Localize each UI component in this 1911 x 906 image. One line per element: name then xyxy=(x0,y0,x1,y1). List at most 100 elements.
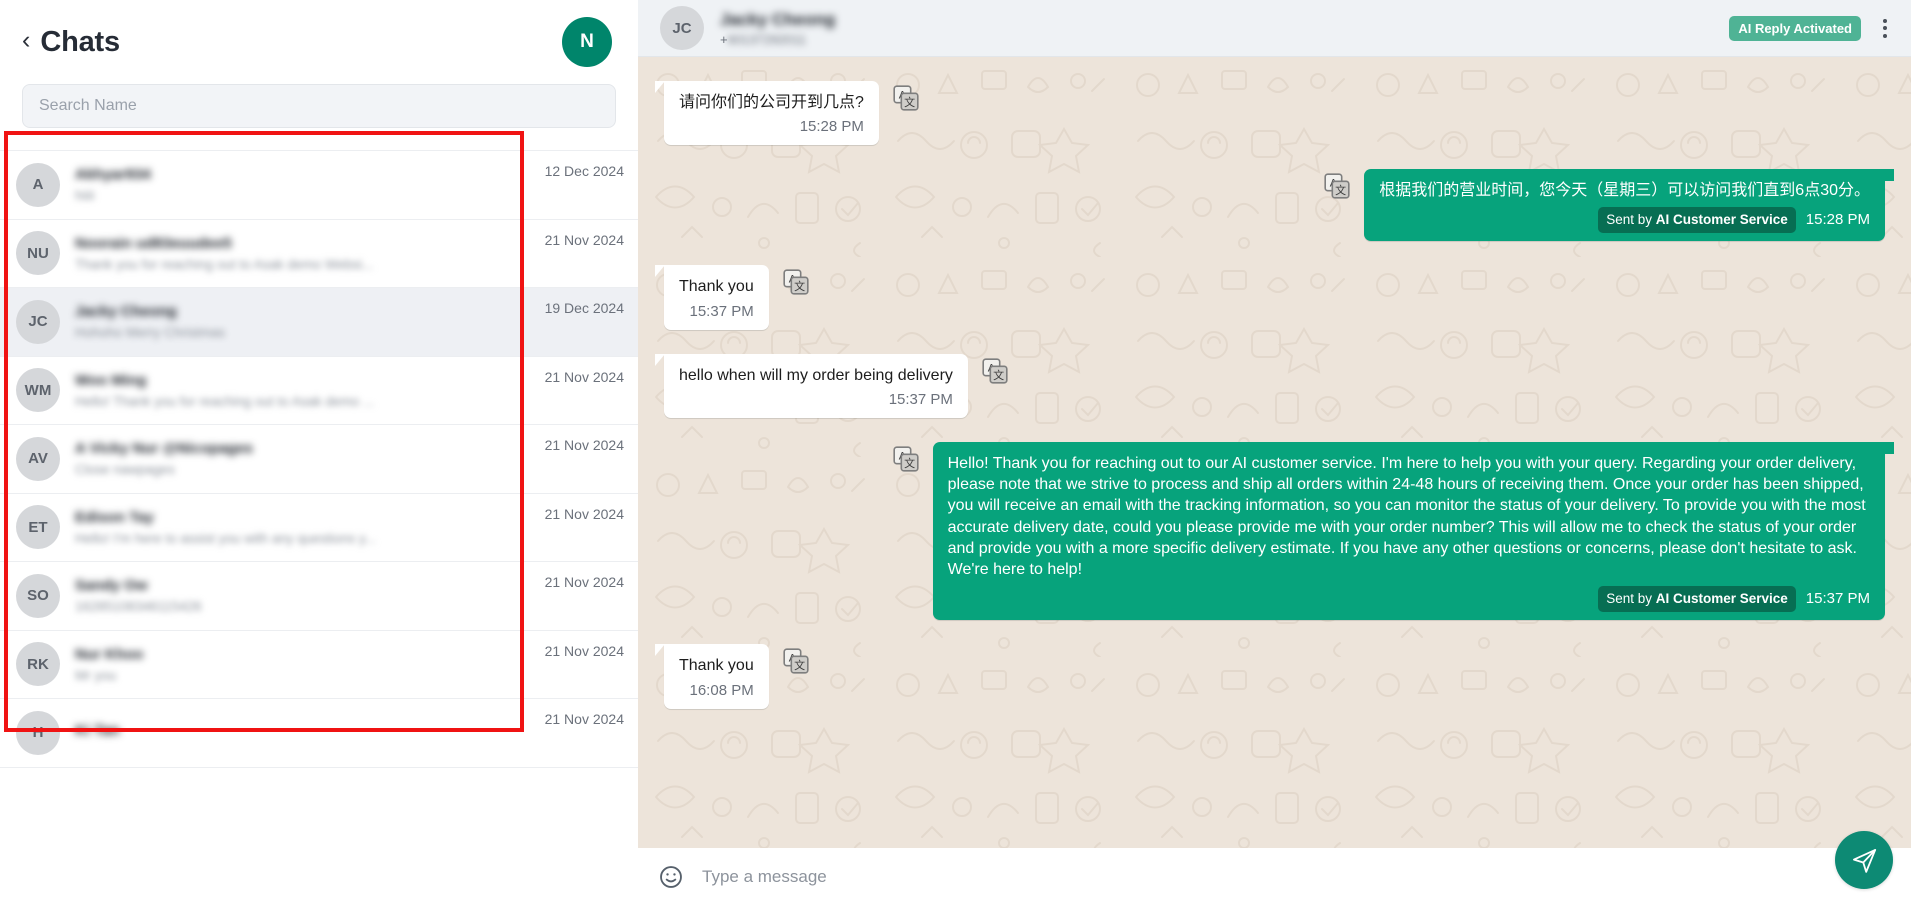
chat-item-body: Nur Khoo Mr you xyxy=(75,646,545,683)
message-meta: Sent by AI Customer Service 15:28 PM xyxy=(1379,207,1870,234)
message-timestamp: 15:28 PM xyxy=(1805,211,1870,229)
translate-icon[interactable]: A文 xyxy=(783,648,809,674)
translate-icon: A文 xyxy=(893,85,919,111)
chat-list-item[interactable]: JC Jacky Cheong Hohoho Merry Christmas 19 D… xyxy=(0,288,638,357)
message-row: 请问你们的公司开到几点? 15:28 PM A文 xyxy=(655,81,1885,146)
chevron-left-icon[interactable]: ‹ xyxy=(22,28,30,53)
avatar: NU xyxy=(16,231,60,276)
chat-item-body: Edison Tay Hello! I'm here to assist you … xyxy=(75,509,545,546)
chat-item-body: Woo Ming Hello! Thank you for reaching ou… xyxy=(75,372,545,409)
translate-icon: A文 xyxy=(1324,173,1350,199)
message-meta: 15:28 PM xyxy=(679,117,864,137)
translate-icon: A文 xyxy=(783,648,809,674)
chat-item-preview: Close nawpages xyxy=(75,462,175,478)
avatar[interactable]: N xyxy=(562,17,612,67)
svg-text:文: 文 xyxy=(1335,183,1346,197)
svg-text:文: 文 xyxy=(794,659,805,673)
chat-list-sidebar: ‹ Chats N A Akhyar934 hiiii 12 Dec 2024 NU No… xyxy=(0,0,638,906)
search-container xyxy=(0,84,638,150)
chat-item-name: Akhyar934 xyxy=(75,166,151,184)
message-row: Thank you 16:08 PM A文 xyxy=(655,644,1885,709)
contact-info: Jacky Cheong +60137292011 xyxy=(720,10,1729,47)
sidebar-title-group: ‹ Chats xyxy=(22,26,120,59)
page-title: Chats xyxy=(40,25,120,58)
translate-icon: A文 xyxy=(893,446,919,472)
svg-text:文: 文 xyxy=(904,95,915,109)
chat-list-item[interactable]: SO Sandy Ow 16285108346115426 21 Nov 2024 xyxy=(0,562,638,631)
chat-list-item[interactable]: RK Nur Khoo Mr you 21 Nov 2024 xyxy=(0,630,638,699)
send-paper-plane-icon xyxy=(1852,848,1876,873)
message-row: 根据我们的营业时间，您今天（星期三）可以访问我们直到6点30分。 Sent by … xyxy=(664,169,1885,242)
chat-item-name: Edison Tay xyxy=(75,508,154,526)
message-row: hello when will my order being delivery 1… xyxy=(655,353,1885,418)
outgoing-message-bubble[interactable]: Hello! Thank you for reaching out to our… xyxy=(932,441,1885,621)
message-timestamp: 15:37 PM xyxy=(1805,590,1870,608)
chat-item-date: 21 Nov 2024 xyxy=(544,437,624,453)
chat-item-name: Nur Khoo xyxy=(75,645,144,663)
chat-item-name: Ki Tan xyxy=(75,721,120,739)
avatar: WM xyxy=(16,368,60,413)
chat-item-body: Ki Tan xyxy=(75,722,545,744)
send-button[interactable] xyxy=(1835,831,1893,889)
translate-icon[interactable]: A文 xyxy=(783,269,809,296)
avatar: AV xyxy=(16,436,60,481)
chat-list-item[interactable]: ET Edison Tay Hello! I'm here to assist yo… xyxy=(0,493,638,562)
kebab-menu-icon[interactable] xyxy=(1879,15,1891,42)
chat-item-preview: Thank you for reaching out to Asak demo … xyxy=(75,256,374,272)
message-text: Hello! Thank you for reaching out to our… xyxy=(947,454,1871,579)
emoji-smiley-icon[interactable] xyxy=(658,864,684,890)
chat-item-preview: hiiii xyxy=(75,188,95,204)
translate-icon[interactable]: A文 xyxy=(893,446,919,472)
translate-icon[interactable]: A文 xyxy=(1324,173,1350,199)
incoming-message-bubble[interactable]: Thank you 16:08 PM xyxy=(655,644,769,709)
chat-item-date: 19 Dec 2024 xyxy=(544,300,624,316)
chat-list[interactable]: A Akhyar934 hiiii 12 Dec 2024 NU Noorain ud83… xyxy=(0,150,638,906)
message-list[interactable]: 请问你们的公司开到几点?15:28 PMA文根据我们的营业时间，您今天（星期三）… xyxy=(638,57,1911,848)
chat-list-item[interactable]: H Ki Tan 21 Nov 2024 xyxy=(0,699,638,768)
status-badge[interactable]: AI Reply Activated xyxy=(1729,15,1861,41)
message-text: hello when will my order being delivery xyxy=(679,366,953,384)
chat-item-body: Akhyar934 hiiii xyxy=(75,166,545,203)
message-meta: 15:37 PM xyxy=(679,390,953,410)
chat-list-item[interactable]: A Akhyar934 hiiii 12 Dec 2024 xyxy=(0,151,638,220)
chat-item-date: 21 Nov 2024 xyxy=(544,574,624,590)
chat-item-date: 21 Nov 2024 xyxy=(544,231,624,248)
chat-list-item[interactable]: AV A Vicky Nur @Nicopages Close nawpages 21… xyxy=(0,425,638,494)
chat-list-item[interactable]: NU Noorain ud83euudee5 Thank you for reach… xyxy=(0,219,638,288)
chat-item-preview: Hohoho Merry Christmas xyxy=(75,325,226,341)
svg-text:文: 文 xyxy=(993,368,1004,382)
chat-item-date: 21 Nov 2024 xyxy=(544,368,624,385)
sent-by-prefix: Sent by xyxy=(1606,212,1656,228)
sent-by-name: AI Customer Service xyxy=(1655,591,1788,607)
message-timestamp: 15:37 PM xyxy=(888,390,953,408)
message-timestamp: 16:08 PM xyxy=(689,681,754,699)
outgoing-message-bubble[interactable]: 根据我们的营业时间，您今天（星期三）可以访问我们直到6点30分。 Sent by … xyxy=(1364,169,1885,242)
message-input[interactable] xyxy=(702,867,1891,887)
search-input[interactable] xyxy=(22,84,616,128)
message-meta: Sent by AI Customer Service 15:37 PM xyxy=(948,586,1870,613)
chat-item-preview: 16285108346115426 xyxy=(75,599,202,615)
chat-item-date: 12 Dec 2024 xyxy=(544,163,624,179)
chat-item-body: A Vicky Nur @Nicopages Close nawpages xyxy=(75,440,545,477)
incoming-message-bubble[interactable]: 请问你们的公司开到几点? 15:28 PM xyxy=(655,81,879,146)
chat-item-name: Jacky Cheong xyxy=(75,303,177,321)
chat-list-item[interactable]: WM Woo Ming Hello! Thank you for reaching … xyxy=(0,356,638,425)
message-meta: 16:08 PM xyxy=(679,681,754,701)
chat-item-body: Noorain ud83euudee5 Thank you for reachin… xyxy=(75,235,545,272)
translate-icon[interactable]: A文 xyxy=(893,85,919,111)
incoming-message-bubble[interactable]: hello when will my order being delivery 1… xyxy=(655,353,968,418)
translate-icon[interactable]: A文 xyxy=(982,358,1008,384)
message-meta: 15:37 PM xyxy=(679,302,754,322)
message-timestamp: 15:37 PM xyxy=(689,302,754,320)
sent-by-name: AI Customer Service xyxy=(1655,212,1788,228)
phone-number: 60137292011 xyxy=(727,31,807,47)
chat-item-name: Sandy Ow xyxy=(75,577,148,595)
svg-text:文: 文 xyxy=(794,280,805,294)
chat-item-preview: Hello! Thank you for reaching out to Asa… xyxy=(75,393,375,409)
incoming-message-bubble[interactable]: Thank you 15:37 PM xyxy=(655,265,769,330)
avatar[interactable]: JC xyxy=(660,6,704,50)
chat-item-preview: Hello! I'm here to assist you with any q… xyxy=(75,530,376,546)
avatar: RK xyxy=(16,642,60,687)
avatar: ET xyxy=(16,505,60,550)
message-text: 请问你们的公司开到几点? xyxy=(679,94,864,111)
